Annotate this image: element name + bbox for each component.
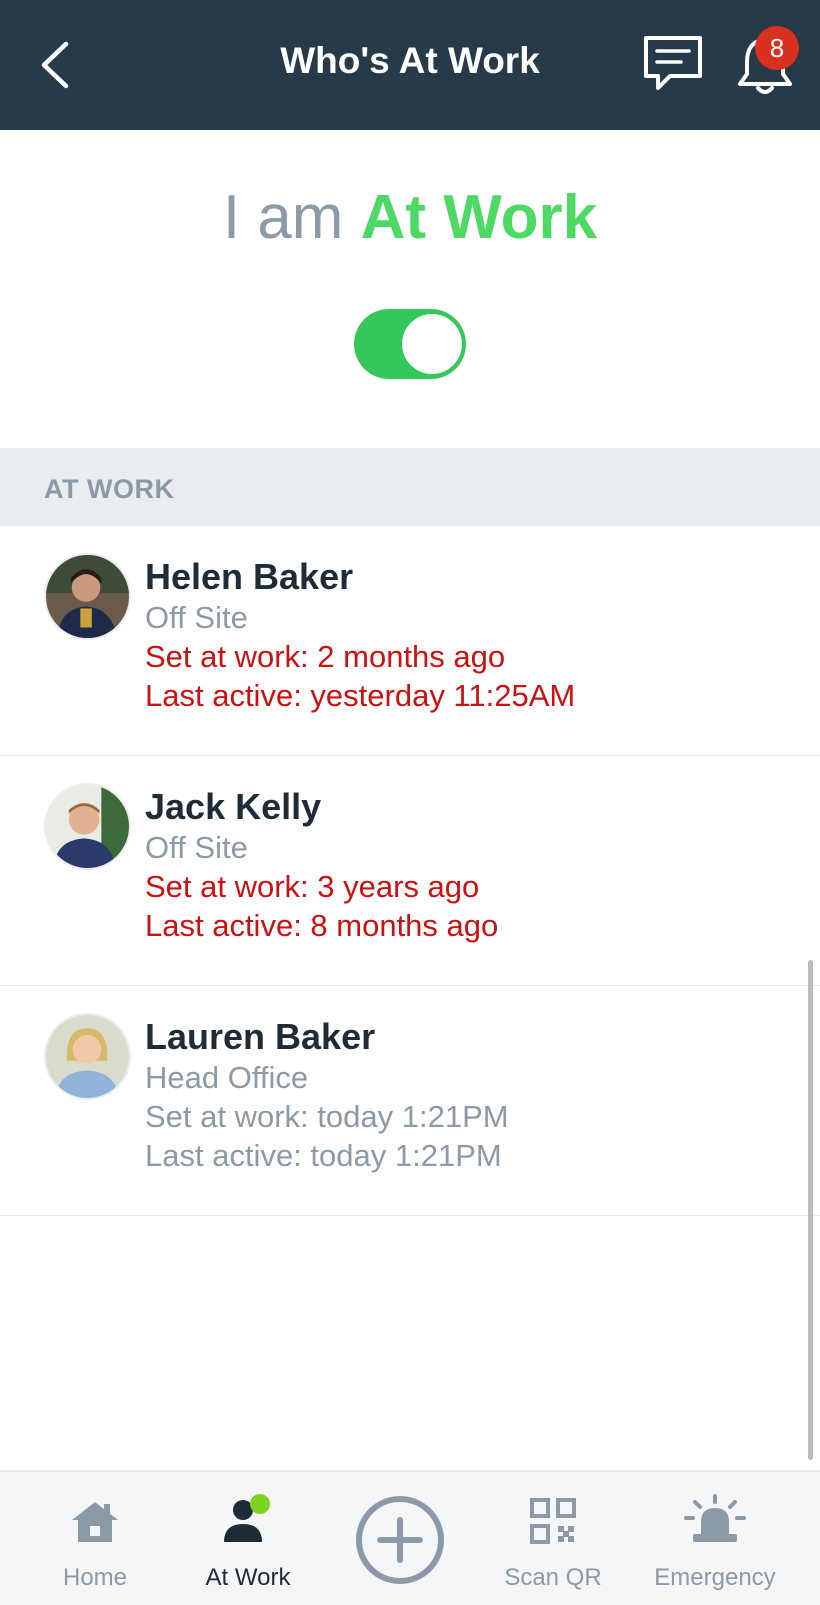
avatar [44,783,131,870]
section-header: AT WORK [0,448,820,526]
messages-button[interactable] [640,32,706,98]
avatar [44,553,131,640]
add-button[interactable] [354,1472,446,1605]
person-name: Helen Baker [145,556,354,597]
list-item[interactable]: Lauren Baker Head Office Set at work: to… [0,986,820,1216]
scrollbar[interactable] [808,960,813,1460]
person-name: Jack Kelly [145,786,322,827]
status-line: I am At Work [0,180,820,256]
avatar [44,1013,131,1100]
list-item[interactable]: Helen Baker Off Site Set at work: 2 mont… [0,526,820,756]
home-icon [72,1502,118,1542]
people-list: Helen Baker Off Site Set at work: 2 mont… [0,526,820,1216]
person-location: Head Office [145,1060,309,1095]
status-prefix: I am [222,183,344,252]
section-title: AT WORK [44,474,175,504]
set-at-work-text: Set at work: 2 months ago [145,639,506,674]
chat-icon [644,36,702,90]
last-active-text: Last active: 8 months ago [145,908,499,943]
tab-emergency-label: Emergency [654,1564,776,1591]
set-at-work-text: Set at work: today 1:21PM [145,1099,509,1134]
list-item[interactable]: Jack Kelly Off Site Set at work: 3 years… [0,756,820,986]
person-location: Off Site [145,600,248,635]
people-icon [224,1494,270,1542]
last-active-text: Last active: yesterday 11:25AM [145,678,576,713]
at-work-toggle[interactable] [354,309,466,379]
tab-at-work-label: At Work [205,1564,291,1591]
toggle-knob [402,314,462,374]
tab-emergency[interactable]: Emergency [640,1472,790,1605]
set-at-work-text: Set at work: 3 years ago [145,869,480,904]
tab-bar: Home At Work Scan QR Emergency [0,1470,820,1605]
plus-circle-icon [356,1496,444,1584]
person-name: Lauren Baker [145,1016,376,1057]
status-value: At Work [360,183,598,252]
tab-home[interactable]: Home [40,1472,150,1605]
tab-scan-qr-label: Scan QR [504,1564,602,1591]
tab-at-work[interactable]: At Work [188,1472,308,1605]
tab-scan-qr[interactable]: Scan QR [490,1472,616,1605]
notification-badge: 8 [755,26,799,70]
person-location: Off Site [145,830,248,865]
qr-code-icon [530,1498,576,1544]
alarm-siren-icon [684,1494,746,1542]
app-header: Who's At Work 8 [0,0,820,130]
last-active-text: Last active: today 1:21PM [145,1138,502,1173]
tab-home-label: Home [62,1564,128,1591]
